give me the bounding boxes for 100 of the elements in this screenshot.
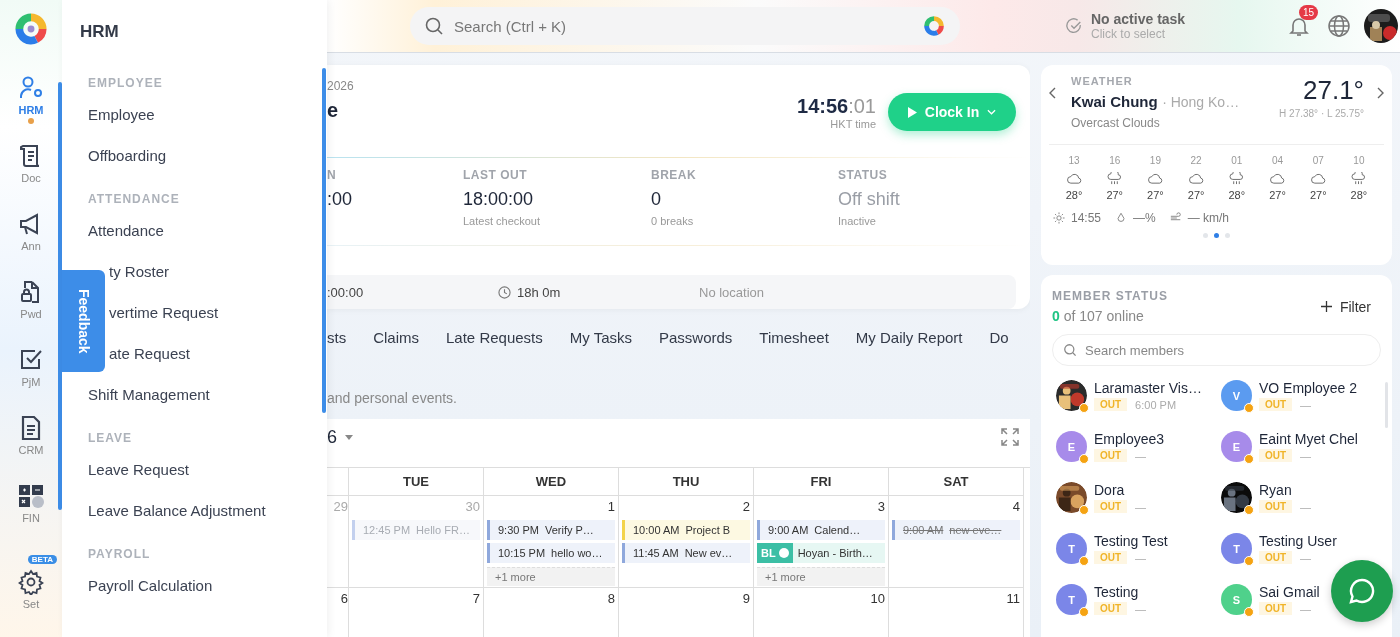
menu-item[interactable]: Employee (62, 94, 327, 135)
member-name: VO Employee 2 (1259, 380, 1358, 396)
calendar-event[interactable]: 10:00 AM Project B (622, 520, 750, 540)
beta-badge: BETA (27, 555, 57, 564)
stat-value: Off shift (838, 189, 901, 210)
expand-icon[interactable] (1000, 427, 1020, 447)
rail-item[interactable]: Doc (5, 143, 57, 211)
shift-duration: 18h 0m (517, 284, 561, 300)
forecast-hour: 22 (1190, 155, 1202, 166)
stat-label: STATUS (838, 168, 889, 182)
tab[interactable]: Passwords (659, 329, 733, 346)
menu-item[interactable]: Offboarding (62, 135, 327, 176)
month-selector[interactable]: 6 (327, 426, 353, 448)
logo-icon (922, 14, 946, 38)
forecast-temperature: 27° (1187, 189, 1205, 201)
tab[interactable]: Late Requests (446, 329, 543, 346)
forecast-temperature: 27° (1147, 189, 1164, 201)
stat-value: :00 (327, 189, 354, 210)
member-name: Eaint Myet Chel (1259, 431, 1358, 447)
status-time: — (1300, 551, 1312, 564)
day-number: 30 (465, 499, 480, 516)
forecast-temperature: 28° (1065, 189, 1083, 201)
droplet-icon (1115, 212, 1128, 224)
menu-item[interactable]: Payroll Calculation (62, 565, 327, 606)
condition-text: Overcast Clouds (1071, 116, 1161, 130)
menu-item[interactable]: Leave Request (62, 449, 327, 490)
chevron-right-icon[interactable] (1376, 87, 1384, 99)
stat-label: N (327, 168, 338, 182)
page-dot[interactable] (1203, 233, 1208, 238)
rail-item[interactable]: Ann (5, 211, 57, 279)
forecast-hour: 16 (1109, 155, 1121, 166)
calendar-event[interactable]: 9:30 PM Verify P… (487, 520, 615, 540)
search-icon (424, 16, 444, 36)
avatar: E (1056, 431, 1087, 462)
scrollbar[interactable] (322, 68, 326, 413)
menu-item[interactable]: vertime Request (109, 292, 219, 333)
filter-button[interactable]: Filter (1320, 298, 1371, 315)
status-time: — (1135, 551, 1147, 564)
avatar: T (1056, 584, 1087, 615)
calendar-event[interactable]: 10:15 PM hello wo… (487, 543, 615, 563)
online-count: 0 of 107 online (1052, 308, 1145, 324)
tab[interactable]: My Daily Report (855, 329, 963, 346)
sun-icon (1053, 212, 1065, 224)
menu-item[interactable]: ate Request (109, 333, 190, 374)
weekday-header: WED (484, 468, 619, 496)
status-tag: OUT (1259, 551, 1293, 564)
task-selector[interactable]: No active task Click to select (1065, 11, 1255, 41)
settings-icon (18, 569, 44, 595)
avatar: S (1221, 584, 1252, 615)
tab[interactable]: Timesheet (759, 329, 829, 346)
chevron-left-icon[interactable] (1049, 87, 1057, 99)
forecast-hour: 19 (1149, 155, 1161, 166)
status-tag: OUT (1259, 449, 1293, 462)
tab[interactable]: My Tasks (569, 329, 632, 346)
forecast-hour: 04 (1271, 155, 1284, 166)
status-tag: OUT (1094, 602, 1128, 615)
calendar-event[interactable]: 9:00 AM Calend… (757, 520, 885, 540)
forecast-hour: 07 (1312, 155, 1324, 166)
chat-icon (1348, 577, 1376, 605)
stat-value: 0 (651, 189, 662, 210)
more-link[interactable]: +1 more (487, 567, 615, 586)
birthday-event[interactable]: BL Hoyan - Birth… (757, 543, 885, 563)
menu-item[interactable]: Leave Balance Adjustment (62, 490, 327, 531)
status-tag: OUT (1094, 551, 1128, 564)
page-dot[interactable] (1214, 233, 1219, 238)
humidity-text: —% (1133, 211, 1156, 225)
city-name: Kwai Chung (1071, 93, 1158, 110)
rail-item[interactable]: HRM (5, 75, 57, 143)
weekday-header: FRI (754, 468, 889, 496)
tab[interactable]: Do (989, 329, 1009, 346)
description-text: and personal events. (327, 390, 458, 406)
more-link[interactable]: +1 more (757, 567, 885, 586)
clock-time: 14:56:01 (797, 94, 876, 118)
status-tag: OUT (1094, 398, 1128, 411)
menu-item[interactable]: Shift Management (62, 374, 327, 415)
day-number: 4 (1012, 499, 1020, 516)
cloud-icon (1147, 172, 1163, 185)
stat-note: Inactive (838, 215, 877, 227)
search-field[interactable]: Search (Ctrl + K) (410, 7, 960, 45)
status-time: — (1135, 602, 1147, 615)
tab[interactable]: Claims (373, 329, 419, 346)
calendar-event[interactable]: 11:45 AM New ev… (622, 543, 750, 563)
wind-text: — km/h (1187, 211, 1230, 225)
member-search-field[interactable]: Search members (1052, 334, 1381, 366)
menu-item[interactable]: ty Roster (109, 251, 169, 292)
member-name: Ryan (1259, 482, 1293, 498)
rain-cloud-icon (1107, 172, 1123, 185)
rain-cloud-icon (1351, 172, 1367, 185)
calendar-event[interactable]: 9:00 AM new eve… (892, 520, 1020, 540)
status-time: — (1300, 398, 1312, 411)
page-dot[interactable] (1225, 233, 1230, 238)
day-number: 1 (607, 499, 615, 516)
clock-icon (498, 285, 511, 299)
globe-icon[interactable] (1327, 14, 1351, 38)
temperature: 27.1° (1303, 75, 1364, 106)
menu-item[interactable]: Attendance (62, 210, 327, 251)
forecast-hour: 10 (1353, 155, 1365, 166)
tab[interactable]: sts (327, 329, 347, 346)
active-dot (28, 118, 34, 124)
member-name: Testing (1094, 584, 1140, 600)
